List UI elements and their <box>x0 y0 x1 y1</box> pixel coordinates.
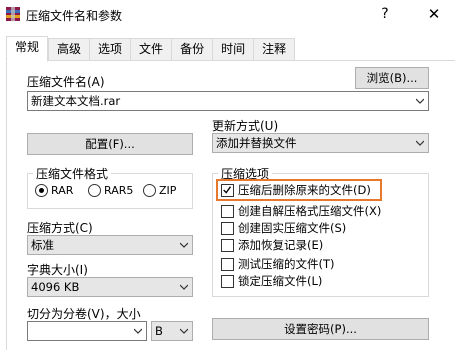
update-mode-select[interactable]: 添加并替换文件 <box>212 133 429 153</box>
checkbox-solid-archive[interactable]: 创建固实压缩文件(S) <box>221 220 346 236</box>
checkbox-box <box>221 274 234 288</box>
archive-format-label: 压缩文件格式 <box>33 165 112 182</box>
split-unit-select[interactable]: B <box>151 321 193 341</box>
radio-zip[interactable]: ZIP <box>143 184 176 197</box>
checkbox-create-sfx-label: 创建自解压格式压缩文件(X) <box>238 204 382 218</box>
compression-method-select[interactable]: 标准 <box>27 235 193 255</box>
tab-advanced[interactable]: 高级 <box>48 38 90 61</box>
close-button[interactable]: ✕ <box>421 3 447 25</box>
window-title: 压缩文件名和参数 <box>26 9 123 23</box>
tab-files[interactable]: 文件 <box>130 38 172 61</box>
checkbox-delete-after[interactable]: 压缩后删除原来的文件(D) <box>221 182 371 198</box>
set-password-button[interactable]: 设置密码(P)... <box>212 318 429 340</box>
checkbox-recovery-record[interactable]: 添加恢复记录(E) <box>221 237 323 253</box>
checkbox-box <box>221 238 234 252</box>
checkbox-delete-after-label: 压缩后删除原来的文件(D) <box>238 183 371 197</box>
checkbox-box <box>221 204 234 218</box>
checkbox-recovery-record-label: 添加恢复记录(E) <box>238 238 324 252</box>
checkbox-lock-archive[interactable]: 锁定压缩文件(L) <box>221 273 322 289</box>
tab-bar: 常规 高级 选项 文件 备份 时间 注释 <box>6 36 296 62</box>
radio-indicator <box>143 184 156 197</box>
checkbox-create-sfx[interactable]: 创建自解压格式压缩文件(X) <box>221 203 381 219</box>
radio-rar5[interactable]: RAR5 <box>88 184 133 197</box>
checkbox-solid-archive-label: 创建固实压缩文件(S) <box>238 221 347 235</box>
archive-name-value: 新建文本文档.rar <box>31 94 121 108</box>
check-icon <box>223 185 232 194</box>
update-mode-label: 更新方式(U) <box>212 119 279 133</box>
checkbox-box <box>221 257 234 271</box>
checkbox-box <box>221 221 234 235</box>
split-volumes-label: 切分为分卷(V)，大小 <box>27 307 141 321</box>
dictionary-size-value: 4096 KB <box>31 280 80 294</box>
browse-button[interactable]: 浏览(B)... <box>355 67 429 89</box>
chevron-down-icon[interactable] <box>416 97 424 105</box>
checkbox-box <box>221 183 234 197</box>
dictionary-size-select[interactable]: 4096 KB <box>27 277 193 297</box>
radio-indicator <box>35 184 48 197</box>
archive-name-label: 压缩文件名(A) <box>27 75 105 89</box>
help-button[interactable]: ? <box>372 3 398 25</box>
archive-name-field[interactable]: 新建文本文档.rar <box>27 91 429 111</box>
radio-indicator <box>88 184 101 197</box>
radio-rar5-label: RAR5 <box>104 184 134 197</box>
profiles-button[interactable]: 配置(F)... <box>27 133 193 155</box>
tab-time[interactable]: 时间 <box>212 38 254 61</box>
compression-method-value: 标准 <box>31 238 54 252</box>
tab-backup[interactable]: 备份 <box>171 38 213 61</box>
checkbox-test-files[interactable]: 测试压缩的文件(T) <box>221 256 335 272</box>
tab-options[interactable]: 选项 <box>89 38 131 61</box>
radio-rar[interactable]: RAR <box>35 184 73 197</box>
tab-general[interactable]: 常规 <box>6 36 49 62</box>
checkbox-test-files-label: 测试压缩的文件(T) <box>238 257 335 271</box>
checkbox-lock-archive-label: 锁定压缩文件(L) <box>238 274 323 288</box>
radio-zip-label: ZIP <box>159 184 177 197</box>
radio-rar-label: RAR <box>51 184 74 197</box>
dictionary-size-label: 字典大小(I) <box>27 263 88 277</box>
chevron-down-icon <box>180 328 188 334</box>
chevron-down-icon[interactable] <box>134 327 142 335</box>
compression-method-label: 压缩方式(C) <box>27 221 93 235</box>
winrar-app-icon <box>6 7 20 21</box>
update-mode-value: 添加并替换文件 <box>216 136 297 150</box>
split-volumes-field[interactable] <box>27 321 147 341</box>
chevron-down-icon <box>180 242 188 248</box>
chevron-down-icon <box>180 284 188 290</box>
chevron-down-icon <box>416 140 424 146</box>
tab-comment[interactable]: 注释 <box>253 38 296 61</box>
split-unit-value: B <box>155 324 163 338</box>
